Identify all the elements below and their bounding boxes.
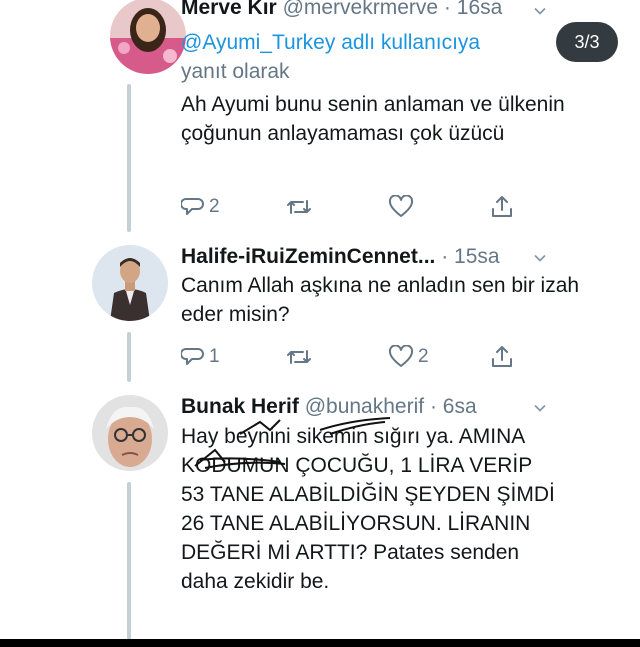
reply-button[interactable]: 2 bbox=[181, 191, 220, 223]
timestamp[interactable]: 16sa bbox=[457, 0, 503, 19]
reply-button[interactable]: 1 bbox=[181, 341, 220, 373]
reply-count: 1 bbox=[209, 346, 220, 367]
author-name[interactable]: Halife-iRuiZeminCennet... bbox=[181, 245, 435, 268]
reply-context: @Ayumi_Turkey adlı kullanıcıya yanıt ola… bbox=[181, 28, 581, 86]
timestamp[interactable]: 6sa bbox=[443, 395, 477, 418]
share-icon bbox=[492, 196, 512, 217]
reply-suffix: yanıt olarak bbox=[181, 60, 290, 83]
bottom-bar bbox=[0, 639, 640, 647]
like-count: 2 bbox=[418, 346, 429, 367]
share-button[interactable] bbox=[489, 191, 515, 223]
thread-line bbox=[127, 84, 131, 232]
tweet-text: Ah Ayumi bunu senin anlaman ve ülkenin ç… bbox=[181, 93, 565, 145]
author-handle[interactable]: @bunakherif bbox=[305, 395, 424, 418]
chevron-down-icon[interactable] bbox=[533, 4, 547, 18]
avatar[interactable] bbox=[110, 0, 186, 74]
retweet-button[interactable] bbox=[285, 191, 317, 223]
reply-icon bbox=[181, 198, 204, 215]
retweet-icon bbox=[287, 350, 311, 364]
like-button[interactable]: 2 bbox=[388, 341, 429, 373]
chevron-down-icon[interactable] bbox=[533, 251, 547, 265]
avatar[interactable] bbox=[92, 395, 168, 471]
reply-icon bbox=[181, 348, 204, 365]
chevron-down-icon[interactable] bbox=[533, 401, 547, 415]
retweet-button[interactable] bbox=[285, 341, 317, 373]
heart-icon bbox=[388, 195, 414, 217]
separator-dot: · bbox=[443, 0, 451, 19]
separator-dot: · bbox=[441, 245, 449, 268]
share-button[interactable] bbox=[489, 341, 515, 373]
retweet-icon bbox=[287, 200, 311, 214]
reply-mention-link[interactable]: @Ayumi_Turkey adlı kullanıcıya bbox=[181, 31, 480, 54]
timestamp[interactable]: 15sa bbox=[454, 245, 500, 268]
author-handle[interactable]: @mervekrmerve bbox=[283, 0, 439, 19]
reply-count: 2 bbox=[209, 196, 220, 217]
share-icon bbox=[492, 346, 512, 367]
thread-line bbox=[127, 332, 131, 382]
author-name[interactable]: Bunak Herif bbox=[181, 395, 299, 418]
like-button[interactable] bbox=[388, 191, 418, 223]
tweet-text: Hay beynini sikemin sığırı ya. AMINA KOD… bbox=[181, 425, 555, 593]
thread-line bbox=[127, 482, 131, 647]
separator-dot: · bbox=[429, 395, 437, 418]
tweet-text: Canım Allah aşkına ne anladın sen bir iz… bbox=[181, 274, 580, 326]
author-name[interactable]: Merve Kır bbox=[181, 0, 277, 19]
heart-icon bbox=[388, 345, 414, 367]
avatar[interactable] bbox=[92, 245, 168, 321]
